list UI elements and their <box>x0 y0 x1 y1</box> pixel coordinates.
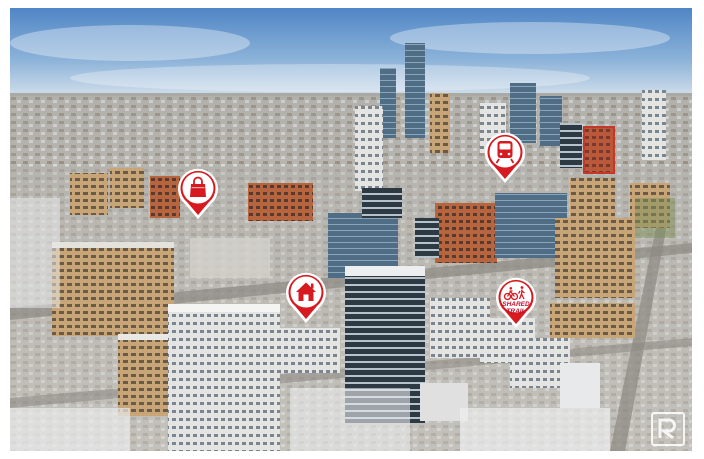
shopping-pin[interactable] <box>176 166 220 220</box>
shared-trail-label: SHARED TRAIL <box>502 301 530 315</box>
aerial-city-photo <box>10 8 692 451</box>
realtor-watermark <box>650 411 686 447</box>
transit-pin[interactable] <box>483 130 527 184</box>
realtor-logo-icon <box>651 412 685 446</box>
home-pin[interactable] <box>284 270 328 324</box>
shared-trail-pin[interactable]: SHARED TRAIL <box>494 275 538 329</box>
train-icon <box>495 141 515 164</box>
photo-frame: SHARED TRAIL <box>10 8 692 451</box>
shopping-bag-icon <box>190 176 206 197</box>
home-icon <box>296 282 316 301</box>
